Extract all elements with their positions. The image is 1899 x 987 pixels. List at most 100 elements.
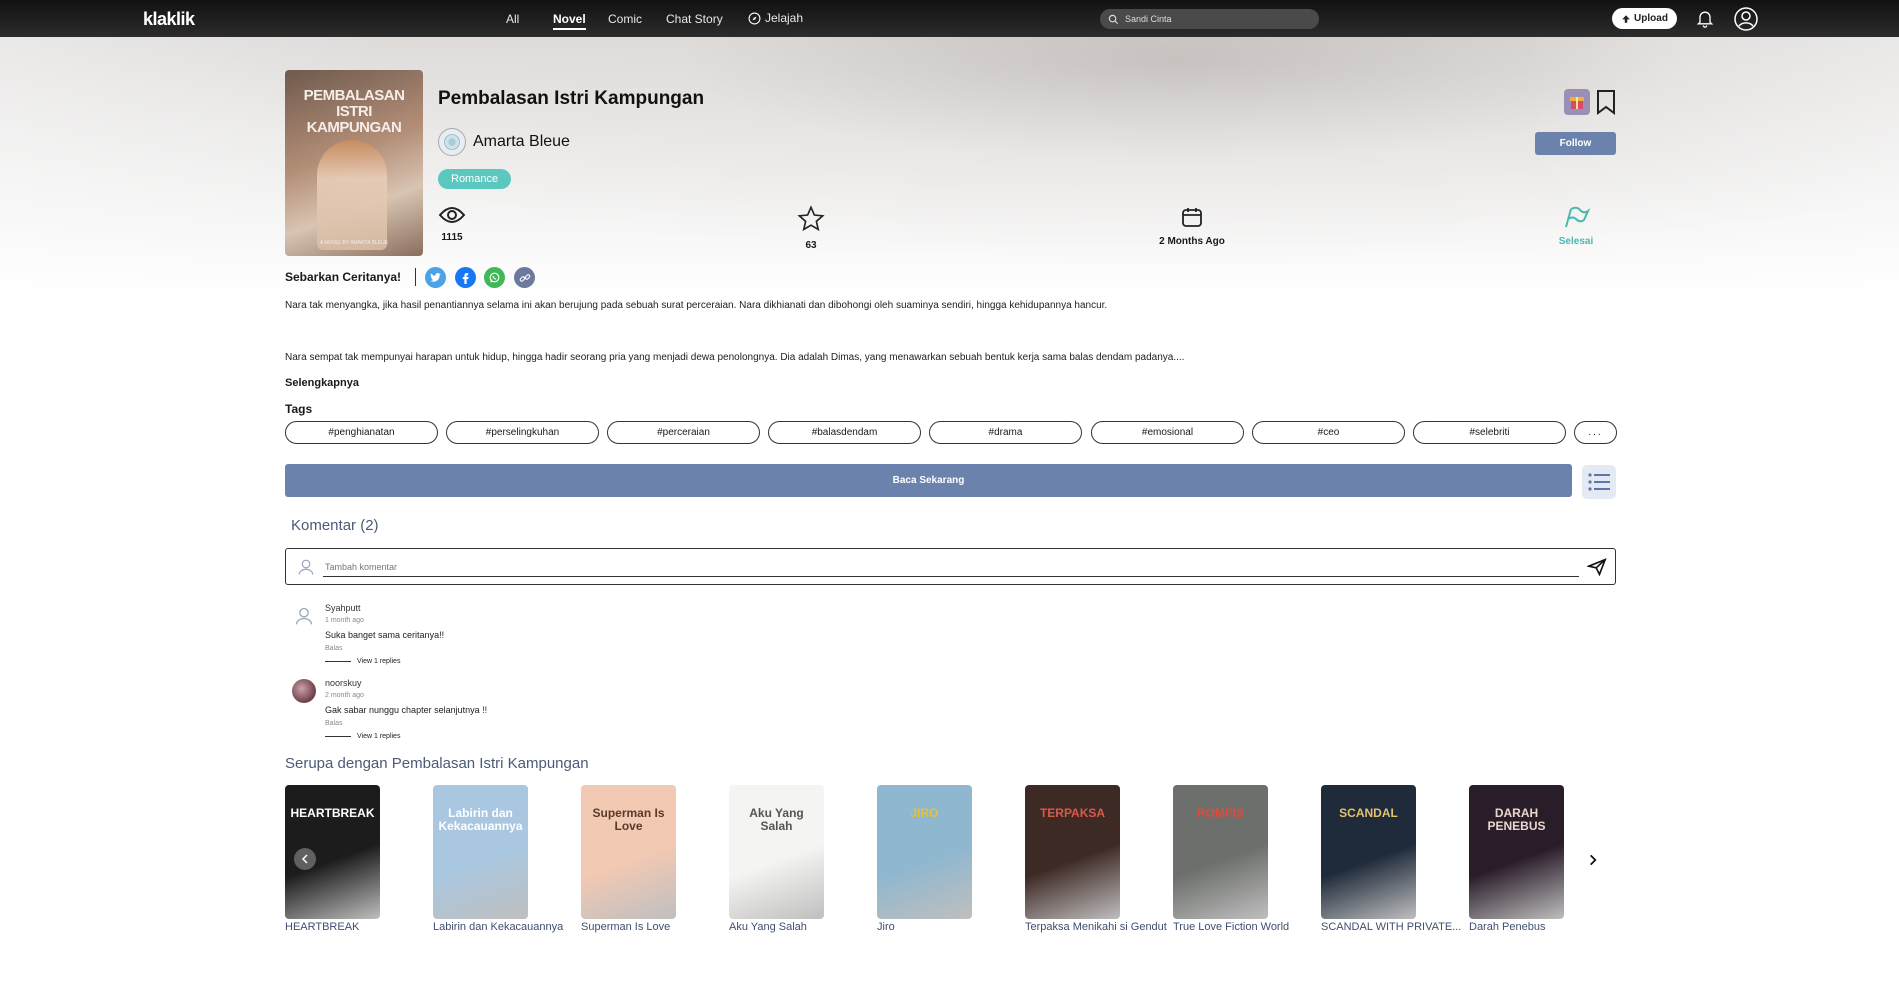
tag-chip[interactable]: #balasdendam [768, 421, 921, 444]
nav-novel[interactable]: Novel [553, 12, 586, 30]
similar-book-card[interactable]: SCANDAL SCANDAL WITH PRIVATE... [1321, 785, 1461, 933]
reply-button[interactable]: Balas [325, 720, 343, 727]
nav-all[interactable]: All [506, 12, 519, 26]
views-value: 1115 [441, 232, 463, 243]
similar-book-card[interactable]: ROMPIS True Love Fiction World [1173, 785, 1289, 933]
notification-button[interactable] [1694, 7, 1716, 29]
nav-comic[interactable]: Comic [608, 12, 642, 26]
reply-button[interactable]: Balas [325, 645, 343, 652]
carousel-prev-button[interactable] [294, 848, 316, 870]
tag-chip[interactable]: #perceraian [607, 421, 760, 444]
tag-chip[interactable]: #drama [929, 421, 1082, 444]
send-icon[interactable] [1587, 558, 1607, 576]
avatar-icon [444, 134, 460, 150]
bookmark-icon [1597, 90, 1615, 115]
twitter-share-button[interactable] [425, 267, 446, 288]
similar-book-card[interactable]: Aku Yang Salah Aku Yang Salah [729, 785, 824, 933]
read-more-link[interactable]: Selengkapnya [285, 377, 359, 389]
cover-figure [317, 140, 387, 250]
status-stat: Selesai [1553, 205, 1599, 247]
similar-book-cover[interactable]: ROMPIS [1173, 785, 1268, 919]
upload-label: Upload [1634, 13, 1668, 24]
bookmark-button[interactable] [1595, 89, 1617, 120]
similar-book-cover-title: Superman Is Love [592, 806, 665, 833]
similar-book-cover[interactable]: TERPAKSA [1025, 785, 1120, 919]
similar-book-card[interactable]: Superman Is Love Superman Is Love [581, 785, 676, 933]
comment-username[interactable]: noorskuy [325, 678, 362, 688]
similar-book-title[interactable]: SCANDAL WITH PRIVATE... [1321, 921, 1471, 933]
carousel-next-button[interactable] [1582, 849, 1604, 871]
tag-chip[interactable]: #ceo [1252, 421, 1405, 444]
similar-book-cover[interactable]: Superman Is Love [581, 785, 676, 919]
similar-book-card[interactable]: TERPAKSA Terpaksa Menikahi si Gendut [1025, 785, 1167, 933]
logo[interactable]: klaklik [143, 9, 195, 30]
nav-chat-story[interactable]: Chat Story [666, 12, 723, 26]
tags-label: Tags [285, 402, 313, 416]
similar-book-cover-title: Labirin dan Kekacauannya [438, 806, 523, 833]
flag-icon [1565, 206, 1591, 228]
similar-book-title[interactable]: Labirin dan Kekacauannya [433, 921, 583, 933]
search-input[interactable] [1123, 13, 1307, 25]
similar-book-cover[interactable]: DARAH PENEBUS [1469, 785, 1564, 919]
read-now-button[interactable]: Baca Sekarang [285, 464, 1572, 497]
facebook-share-button[interactable] [455, 267, 476, 288]
tags-more-button[interactable]: ... [1574, 421, 1617, 444]
similar-book-cover[interactable]: JIRO [877, 785, 972, 919]
facebook-icon [462, 273, 469, 284]
eye-icon [438, 207, 466, 223]
view-replies-button[interactable]: View 1 replies [325, 658, 400, 665]
follow-button[interactable]: Follow [1535, 132, 1616, 155]
similar-book-card[interactable]: Labirin dan Kekacauannya Labirin dan Keka… [433, 785, 563, 933]
gift-icon[interactable] [1564, 89, 1590, 115]
list-icon [1588, 473, 1610, 491]
whatsapp-share-button[interactable] [484, 267, 505, 288]
similar-book-cover[interactable]: Labirin dan Kekacauannya [433, 785, 528, 919]
author-name[interactable]: Amarta Bleue [473, 133, 570, 151]
view-replies-label: View 1 replies [357, 733, 401, 740]
genre-badge[interactable]: Romance [438, 169, 512, 189]
similar-book-title[interactable]: True Love Fiction World [1173, 921, 1323, 933]
tag-chip[interactable]: #emosional [1091, 421, 1244, 444]
similar-book-cover-title: HEARTBREAK [290, 806, 375, 820]
similar-book-title[interactable]: Superman Is Love [581, 921, 731, 933]
chevron-left-icon [301, 854, 308, 864]
similar-book-card[interactable]: DARAH PENEBUS Darah Penebus [1469, 785, 1564, 933]
book-title: Pembalasan Istri Kampungan [438, 88, 705, 109]
twitter-icon [430, 273, 441, 282]
similar-book-title[interactable]: HEARTBREAK [285, 921, 435, 933]
nav-jelajah[interactable]: Jelajah [748, 11, 803, 25]
views-stat: 1115 [435, 205, 469, 243]
tag-chip[interactable]: #selebriti [1413, 421, 1566, 444]
similar-book-cover-title: SCANDAL [1339, 806, 1398, 820]
comment-input[interactable] [323, 557, 1579, 577]
star-icon[interactable] [796, 205, 826, 233]
synopsis-paragraph-1: Nara tak menyangka, jika hasil penantian… [285, 300, 1108, 311]
similar-book-title[interactable]: Terpaksa Menikahi si Gendut [1025, 921, 1175, 933]
updated-stat: 2 Months Ago [1152, 205, 1232, 247]
chevron-right-icon [1590, 854, 1597, 866]
similar-book-card[interactable]: JIRO Jiro [877, 785, 972, 933]
tag-chip[interactable]: #perselingkuhan [446, 421, 599, 444]
copy-link-button[interactable] [514, 267, 535, 288]
search-bar[interactable] [1100, 9, 1319, 29]
similar-book-title[interactable]: Darah Penebus [1469, 921, 1619, 933]
comments-title: Komentar (2) [291, 517, 379, 534]
profile-button[interactable] [1733, 6, 1758, 31]
search-icon [1108, 14, 1119, 24]
similar-book-cover-title: TERPAKSA [1039, 806, 1106, 820]
view-replies-button[interactable]: View 1 replies [325, 733, 400, 740]
similar-book-cover[interactable]: SCANDAL [1321, 785, 1416, 919]
tag-chip[interactable]: #penghianatan [285, 421, 438, 444]
bell-icon [1696, 11, 1714, 28]
similar-book-cover[interactable]: Aku Yang Salah [729, 785, 824, 919]
similar-book-title[interactable]: Jiro [877, 921, 1027, 933]
similar-book-cover-title: Aku Yang Salah [749, 806, 804, 833]
user-avatar-icon [298, 559, 314, 575]
similar-book-title[interactable]: Aku Yang Salah [729, 921, 879, 933]
similar-section-title: Serupa dengan Pembalasan Istri Kampungan [285, 755, 589, 772]
author-avatar[interactable] [438, 128, 466, 156]
chapter-list-button[interactable] [1582, 465, 1616, 499]
comment-time: 1 month ago [325, 617, 364, 624]
upload-button[interactable]: Upload [1612, 8, 1677, 29]
comment-username[interactable]: Syahputt [325, 603, 361, 613]
